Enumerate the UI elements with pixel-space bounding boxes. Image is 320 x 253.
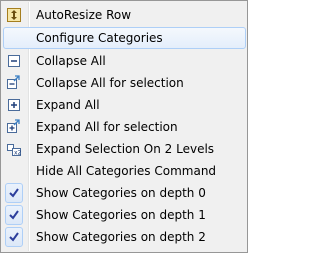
check-indicator	[5, 183, 23, 203]
menu-item-label: Expand Selection On 2 Levels	[36, 142, 215, 156]
menu-item-show-categories-depth-0[interactable]: Show Categories on depth 0	[3, 182, 246, 204]
menu-item-label: Configure Categories	[36, 31, 163, 45]
checkmark-icon	[5, 227, 23, 247]
menu-item-label: Hide All Categories Command	[36, 164, 217, 178]
expand-selection-icon	[5, 118, 23, 136]
menu-item-configure-categories[interactable]: Configure Categories	[3, 27, 246, 49]
menu-item-label: Show Categories on depth 0	[36, 186, 206, 200]
checkmark-icon	[5, 183, 23, 203]
menu-item-show-categories-depth-1[interactable]: Show Categories on depth 1	[3, 204, 246, 226]
menu-item-autoresize-row[interactable]: AutoResize Row	[3, 4, 246, 26]
menu-item-expand-all-selection[interactable]: Expand All for selection	[3, 116, 246, 138]
menu-item-collapse-all[interactable]: Collapse All	[3, 50, 246, 72]
menu-item-collapse-all-selection[interactable]: Collapse All for selection	[3, 72, 246, 94]
check-indicator	[5, 205, 23, 225]
menu-item-label: Expand All for selection	[36, 120, 178, 134]
checkmark-icon	[5, 205, 23, 225]
menu-item-expand-all[interactable]: Expand All	[3, 94, 246, 116]
menu-item-hide-all-categories[interactable]: Hide All Categories Command	[3, 160, 246, 182]
expand-all-icon	[5, 96, 23, 114]
collapse-all-icon	[5, 52, 23, 70]
svg-text:x2: x2	[14, 150, 22, 157]
menu-item-label: Show Categories on depth 1	[36, 208, 206, 222]
menu-item-label: AutoResize Row	[36, 8, 132, 22]
menu-item-label: Show Categories on depth 2	[36, 230, 206, 244]
menu-item-label: Collapse All	[36, 54, 106, 68]
context-menu: AutoResize Row Configure Categories Coll…	[0, 0, 248, 253]
menu-item-expand-selection-2-levels[interactable]: x2 Expand Selection On 2 Levels	[3, 138, 246, 160]
collapse-selection-icon	[5, 74, 23, 92]
menu-item-show-categories-depth-2[interactable]: Show Categories on depth 2	[3, 226, 246, 248]
menu-item-label: Collapse All for selection	[36, 76, 184, 90]
check-indicator	[5, 227, 23, 247]
autoresize-row-icon	[5, 6, 23, 24]
expand-two-levels-icon: x2	[5, 140, 23, 158]
menu-item-label: Expand All	[36, 98, 100, 112]
